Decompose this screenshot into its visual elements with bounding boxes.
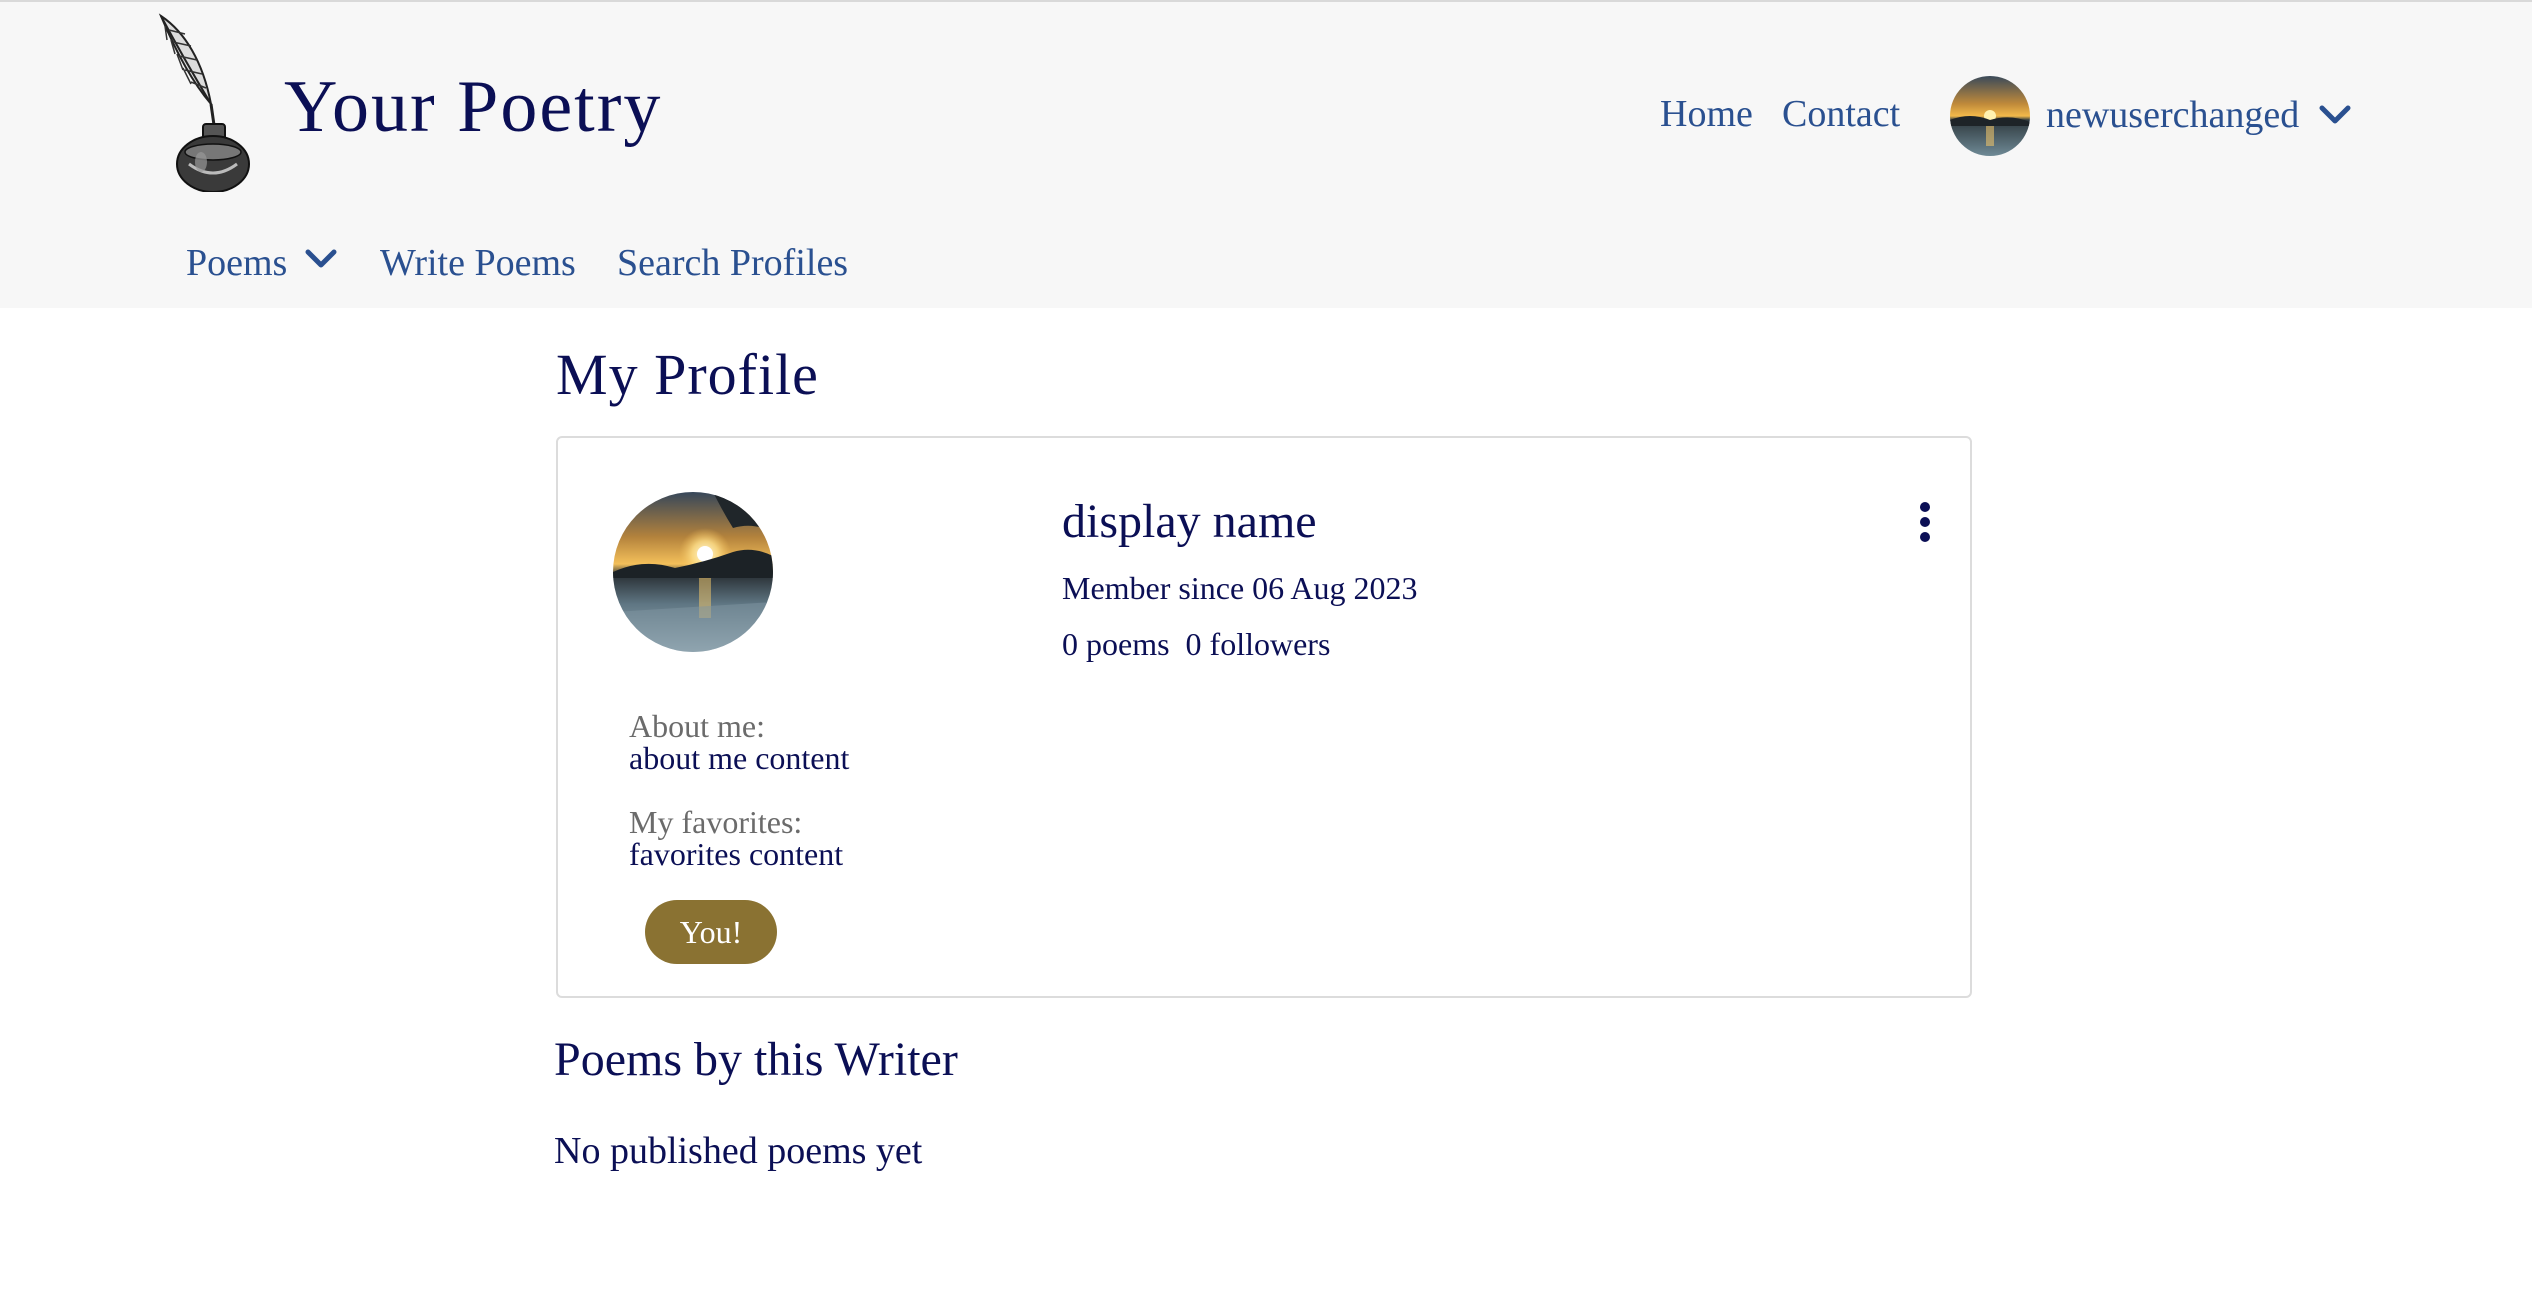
no-poems-message: No published poems yet <box>554 1130 923 1172</box>
subnav-write-poems-link[interactable]: Write Poems <box>380 244 576 282</box>
profile-display-name: display name <box>1062 495 1317 548</box>
user-menu-name[interactable]: newuserchanged <box>2046 96 2299 134</box>
about-me-value: about me content <box>629 740 850 776</box>
kebab-menu-icon[interactable] <box>1910 498 1940 546</box>
profile-avatar <box>613 492 773 652</box>
nav-contact-link[interactable]: Contact <box>1782 95 1900 133</box>
user-avatar[interactable] <box>1950 76 2030 156</box>
subnav-poems-dropdown[interactable]: Poems <box>186 244 287 282</box>
chevron-down-icon[interactable] <box>304 248 338 270</box>
favorites-value: favorites content <box>629 836 844 872</box>
member-since-text: Member since 06 Aug 2023 <box>1062 570 1418 606</box>
favorites-label: My favorites: <box>629 804 803 840</box>
page-title: My Profile <box>556 342 819 407</box>
about-me-label: About me: <box>629 708 765 744</box>
brand-title[interactable]: Your Poetry <box>284 70 662 144</box>
chevron-down-icon[interactable] <box>2318 104 2352 126</box>
nav-home-link[interactable]: Home <box>1660 95 1753 133</box>
poems-count: 0 poems <box>1062 626 1170 662</box>
profile-stats: 0 poems 0 followers <box>1062 628 1330 660</box>
subnav-search-profiles-link[interactable]: Search Profiles <box>617 244 848 282</box>
poems-section-title: Poems by this Writer <box>554 1033 958 1086</box>
quill-inkwell-icon[interactable] <box>155 12 255 192</box>
you-badge: You! <box>645 900 777 964</box>
followers-count: 0 followers <box>1185 626 1331 662</box>
